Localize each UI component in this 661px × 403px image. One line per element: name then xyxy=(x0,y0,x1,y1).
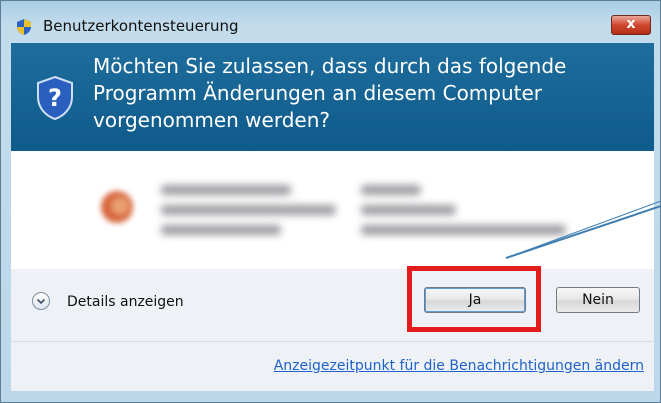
uac-dialog-window: Benutzerkontensteuerung x ? Möchten Sie … xyxy=(0,0,661,403)
window-title: Benutzerkontensteuerung xyxy=(43,17,239,35)
program-details-blurred xyxy=(161,181,601,241)
prompt-question: Möchten Sie zulassen, dass durch das fol… xyxy=(93,54,567,132)
shield-question-icon: ? xyxy=(37,75,73,121)
highlight-box xyxy=(407,266,541,332)
chevron-down-icon[interactable] xyxy=(32,292,50,310)
program-info xyxy=(11,151,654,269)
link-area: Anzeigezeitpunkt für die Benachrichtigun… xyxy=(11,341,654,391)
notification-settings-link[interactable]: Anzeigezeitpunkt für die Benachrichtigun… xyxy=(274,358,644,374)
dialog-content: Details anzeigen Ja Nein Anzeigezeitpunk… xyxy=(11,151,654,391)
details-toggle[interactable]: Details anzeigen xyxy=(67,294,184,310)
button-area: Details anzeigen Ja Nein xyxy=(11,269,654,341)
title-bar: Benutzerkontensteuerung x xyxy=(1,1,661,43)
question-header: ? Möchten Sie zulassen, dass durch das f… xyxy=(11,43,654,151)
close-button[interactable]: x xyxy=(611,15,651,35)
no-button[interactable]: Nein xyxy=(556,287,640,313)
shield-icon xyxy=(17,19,31,35)
program-icon xyxy=(101,191,133,223)
svg-text:?: ? xyxy=(48,84,62,112)
